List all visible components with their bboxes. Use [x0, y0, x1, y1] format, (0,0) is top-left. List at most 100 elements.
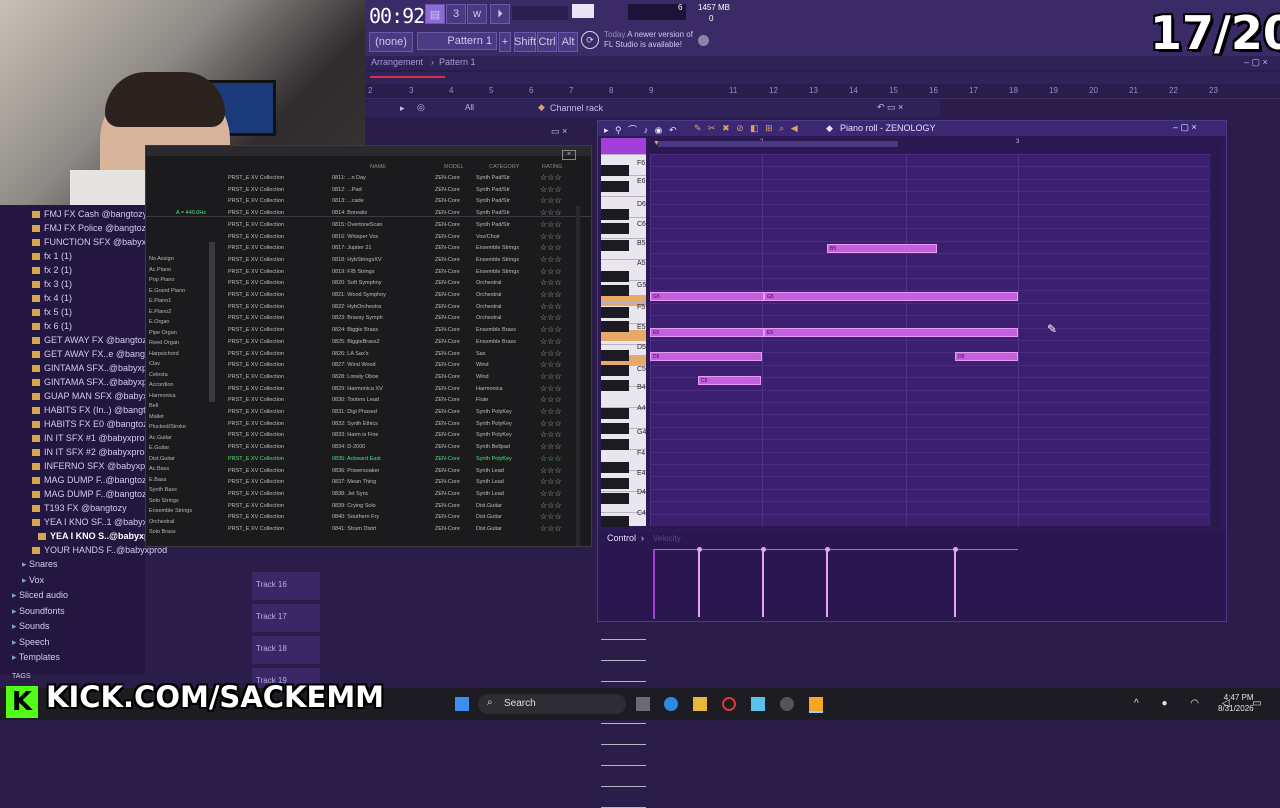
- browser-folder[interactable]: ▸ Speech: [12, 637, 50, 648]
- rating-stars[interactable]: ☆☆☆: [540, 430, 562, 439]
- rating-stars[interactable]: ☆☆☆: [540, 337, 562, 346]
- category-item[interactable]: Celesta: [149, 372, 168, 378]
- preset-row[interactable]: PRST_E XV Collection 0834: D-2000 ZEN-Core…: [226, 442, 576, 454]
- preset-scrollbar[interactable]: [576, 206, 580, 546]
- black-key[interactable]: [601, 492, 629, 504]
- category-item[interactable]: Pipe Organ: [149, 330, 177, 336]
- velocity-handle[interactable]: [824, 547, 830, 552]
- browser-item[interactable]: IN IT SFX #1 @babyxprod: [32, 433, 150, 443]
- pattern-name[interactable]: Pattern 1: [417, 32, 497, 50]
- category-item[interactable]: E.Organ: [149, 319, 169, 325]
- preset-row[interactable]: PRST_E XV Collection 0814: Borealis ZEN-Co…: [226, 208, 576, 220]
- browser-folder[interactable]: ▸ Sounds: [12, 621, 50, 632]
- track-16[interactable]: Track 16: [252, 572, 320, 600]
- file-explorer-icon[interactable]: [693, 697, 707, 711]
- globe-icon[interactable]: [698, 35, 709, 46]
- breadcrumb-arrangement[interactable]: Arrangement: [371, 57, 423, 67]
- preset-row[interactable]: PRST_E XV Collection 0838: Jet Sync ZEN-Co…: [226, 489, 576, 501]
- preset-row[interactable]: PRST_E XV Collection 0830: Tooters Lead ZE…: [226, 395, 576, 407]
- col-header-category[interactable]: CATEGORY: [489, 164, 519, 170]
- plugin-window-controls[interactable]: ▭ ×: [551, 126, 567, 137]
- browser-item[interactable]: T193 FX @bangtozy: [32, 503, 127, 513]
- rating-stars[interactable]: ☆☆☆: [540, 384, 562, 393]
- ctrl-key-button[interactable]: Ctrl: [537, 32, 557, 52]
- category-item[interactable]: Dist.Guitar: [149, 456, 175, 462]
- category-item[interactable]: Clav: [149, 361, 160, 367]
- rating-stars[interactable]: ☆☆☆: [540, 477, 562, 486]
- browser-folder[interactable]: ▸ Templates: [12, 652, 60, 663]
- preset-row[interactable]: PRST_E XV Collection 0839: Crying Solo ZEN…: [226, 501, 576, 513]
- category-item[interactable]: Ac.Bass: [149, 466, 169, 472]
- velocity-bar[interactable]: [826, 549, 828, 617]
- start-icon[interactable]: [455, 697, 469, 711]
- wait-button[interactable]: w: [467, 4, 487, 24]
- note-grid[interactable]: B5 G5 G5 E5 E5 D5 D5 C5: [650, 154, 1210, 526]
- browser-item[interactable]: fx 1 (1): [32, 251, 72, 261]
- browser-item[interactable]: fx 2 (1): [32, 265, 72, 275]
- col-header-rating[interactable]: RATING: [542, 164, 562, 170]
- note[interactable]: D5: [955, 352, 1018, 361]
- news-panel[interactable]: Today A newer version of FL Studio is av…: [604, 30, 699, 50]
- rating-stars[interactable]: ☆☆☆: [540, 173, 562, 182]
- plugin-close-icon[interactable]: ×: [562, 150, 576, 160]
- category-item[interactable]: E.Bass: [149, 477, 166, 483]
- preset-row[interactable]: PRST_E XV Collection 0833: Harm is Fine ZE…: [226, 430, 576, 442]
- rating-stars[interactable]: ☆☆☆: [540, 290, 562, 299]
- velocity-bar[interactable]: [762, 549, 764, 617]
- browser-item[interactable]: GINTAMA SFX..@babyxprod: [32, 377, 160, 387]
- browser-item[interactable]: GINTAMA SFX..@babyxprod: [32, 363, 160, 373]
- browser-folder[interactable]: ▸ Vox: [22, 575, 44, 586]
- category-item[interactable]: E.Piano2: [149, 309, 171, 315]
- rating-stars[interactable]: ☆☆☆: [540, 220, 562, 229]
- preset-row[interactable]: PRST_E XV Collection 0841: Strum Distrt ZE…: [226, 524, 576, 536]
- browser-item[interactable]: HABITS FX (In..) @bangtozy: [32, 405, 160, 415]
- browser-folder[interactable]: ▸ Snares: [22, 559, 58, 570]
- channel-filter[interactable]: All: [465, 103, 474, 112]
- rating-stars[interactable]: ☆☆☆: [540, 349, 562, 358]
- category-item[interactable]: Ac.Piano: [149, 267, 171, 273]
- preset-row[interactable]: PRST_E XV Collection 0811: ...n Day ZEN-Co…: [226, 173, 576, 185]
- rating-stars[interactable]: ☆☆☆: [540, 278, 562, 287]
- rating-stars[interactable]: ☆☆☆: [540, 325, 562, 334]
- rating-stars[interactable]: ☆☆☆: [540, 255, 562, 264]
- rating-stars[interactable]: ☆☆☆: [540, 360, 562, 369]
- preset-row[interactable]: PRST_E XV Collection 0821: Wood Symphny ZE…: [226, 290, 576, 302]
- category-item[interactable]: Bell: [149, 403, 158, 409]
- rating-stars[interactable]: ☆☆☆: [540, 208, 562, 217]
- preset-row[interactable]: PRST_E XV Collection 0825: BiggieBrass2 ZE…: [226, 337, 576, 349]
- note[interactable]: B5: [827, 244, 937, 253]
- category-item[interactable]: Solo Brass: [149, 529, 176, 535]
- black-key[interactable]: [601, 239, 629, 251]
- arrangement-ruler[interactable]: 2 3 4 5 6 7 8 9 11 12 13 14 15 16 17 18 …: [365, 84, 1280, 99]
- black-key[interactable]: [601, 439, 629, 451]
- browser-folder[interactable]: ▸ Sliced audio: [12, 590, 68, 601]
- category-item[interactable]: Plucked/Stroke: [149, 424, 186, 430]
- velocity-handle[interactable]: [696, 547, 702, 552]
- browser-item[interactable]: FMJ FX Cash @bangtozy: [32, 209, 147, 219]
- taskbar-clock[interactable]: 4:47 PM 8/31/2026: [1218, 692, 1254, 714]
- rating-stars[interactable]: ☆☆☆: [540, 395, 562, 404]
- rating-stars[interactable]: ☆☆☆: [540, 232, 562, 241]
- category-item[interactable]: Mallet: [149, 414, 164, 420]
- copilot-icon[interactable]: [664, 697, 678, 711]
- rating-stars[interactable]: ☆☆☆: [540, 196, 562, 205]
- note[interactable]: G5: [650, 292, 764, 301]
- rating-stars[interactable]: ☆☆☆: [540, 243, 562, 252]
- rating-stars[interactable]: ☆☆☆: [540, 267, 562, 276]
- velocity-bar[interactable]: [954, 549, 956, 617]
- preset-row[interactable]: PRST_E XV Collection 0816: Whisper Vox ZEN…: [226, 232, 576, 244]
- metronome-icon[interactable]: ⏵: [490, 4, 510, 24]
- black-key[interactable]: [601, 477, 629, 489]
- preset-row[interactable]: PRST_E XV Collection 0835: Ackward East ZE…: [226, 454, 576, 466]
- black-key[interactable]: [601, 270, 629, 282]
- black-key[interactable]: [601, 516, 629, 528]
- preset-row[interactable]: PRST_E XV Collection 0818: HybStringsXV ZE…: [226, 255, 576, 267]
- browser-item[interactable]: FMJ FX Police @bangtozy: [32, 223, 151, 233]
- master-pitch[interactable]: [572, 4, 594, 18]
- preset-row[interactable]: PRST_E XV Collection 0827: Wind Wood ZEN-C…: [226, 360, 576, 372]
- rating-stars[interactable]: ☆☆☆: [540, 372, 562, 381]
- control-label[interactable]: Control: [607, 533, 636, 543]
- piano-roll-tools[interactable]: ▸ ⚲ ⌒ ♪ ◉ ↶: [604, 123, 679, 136]
- preset-row[interactable]: PRST_E XV Collection 0840: Southern Fry ZE…: [226, 512, 576, 524]
- category-item[interactable]: Orchestral: [149, 519, 174, 525]
